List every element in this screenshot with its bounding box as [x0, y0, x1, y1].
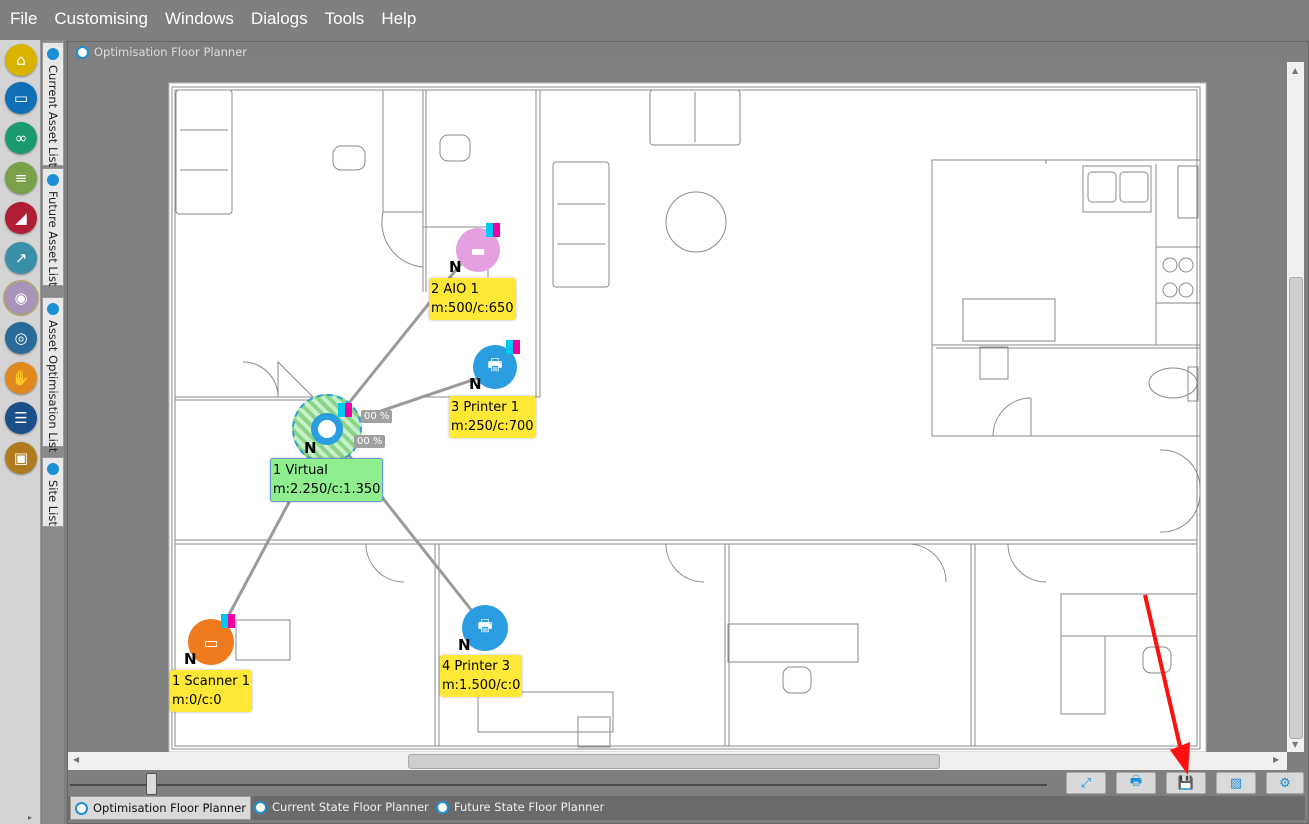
globe-icon	[47, 48, 59, 60]
color-swatch-icon	[221, 614, 235, 628]
expand-icon: ⤢	[1080, 775, 1092, 791]
color-swatch-icon	[338, 403, 352, 417]
device-label-virtual[interactable]: 1 Virtual m:2.250/c:1.350	[270, 458, 384, 502]
image-icon: ▨	[1229, 775, 1243, 791]
floor-plan-drawing	[168, 82, 1207, 752]
planner-icon	[75, 801, 88, 815]
tab-site-list[interactable]: Site List	[42, 457, 64, 527]
target-icon[interactable]: ◎	[5, 322, 37, 354]
menu-customising[interactable]: Customising	[54, 9, 148, 29]
scroll-right-icon[interactable]: ▶	[1273, 755, 1279, 764]
device-label-printer-1[interactable]: 3 Printer 1 m:250/c:700	[449, 396, 536, 438]
tab-asset-optimisation-list[interactable]: Asset Optimisation List	[42, 297, 64, 452]
image-export-button[interactable]: ▨	[1216, 772, 1256, 794]
node-marker: N	[449, 258, 462, 276]
gear-icon: ⚙	[1279, 775, 1291, 791]
side-tab-strip: Current Asset List Future Asset List Ass…	[42, 40, 64, 824]
bottom-tab-bar: Optimisation Floor Planner Current State…	[68, 796, 1305, 820]
node-marker: N	[184, 650, 197, 668]
horizontal-scrollbar[interactable]: ◀ ▶	[68, 752, 1287, 770]
color-swatch-icon	[486, 223, 500, 237]
color-swatch-icon	[506, 340, 520, 354]
planner-icon	[254, 800, 267, 814]
menu-file[interactable]: File	[10, 9, 37, 29]
menu-tools[interactable]: Tools	[325, 9, 365, 29]
horizontal-scroll-thumb[interactable]	[408, 754, 940, 769]
vertical-scrollbar[interactable]: ▲ ▼	[1287, 62, 1304, 752]
briefcase-icon[interactable]: ▣	[5, 442, 37, 474]
node-marker: N	[458, 636, 471, 654]
eye-icon[interactable]: ◉	[3, 280, 39, 316]
node-marker: N	[469, 375, 482, 393]
left-toolbar: ⌂ ▭ ∞ ≡ ◢ ↗ ◉ ◎ ✋ ☰ ▣ ▸	[0, 40, 41, 824]
area-chart-icon[interactable]: ◢	[5, 202, 37, 234]
device-label-printer-3[interactable]: 4 Printer 3 m:1.500/c:0	[440, 655, 523, 697]
zoom-slider-handle[interactable]	[146, 773, 157, 795]
globe-icon	[47, 303, 59, 315]
scroll-up-icon[interactable]: ▲	[1292, 66, 1298, 75]
scroll-down-icon[interactable]: ▼	[1292, 740, 1298, 749]
globe-icon	[47, 174, 59, 186]
node-marker: N	[304, 439, 317, 457]
tab-future-state-floor-planner[interactable]: Future State Floor Planner	[432, 796, 608, 818]
vertical-scroll-thumb[interactable]	[1289, 277, 1303, 739]
expand-button[interactable]: ⤢	[1066, 772, 1106, 794]
percentage-badge: 00 %	[361, 410, 393, 423]
tab-future-asset-list[interactable]: Future Asset List	[42, 168, 64, 286]
menu-bar: File Customising Windows Dialogs Tools H…	[0, 0, 1309, 38]
settings-button[interactable]: ⚙	[1266, 772, 1304, 794]
menu-windows[interactable]: Windows	[165, 9, 234, 29]
tab-current-state-floor-planner[interactable]: Current State Floor Planner	[250, 796, 433, 818]
tab-optimisation-floor-planner[interactable]: Optimisation Floor Planner	[70, 796, 251, 820]
percentage-badge: 00 %	[354, 435, 386, 448]
binoculars-icon[interactable]: ∞	[5, 122, 37, 154]
scroll-icon[interactable]: ≡	[5, 162, 37, 194]
document-list-icon[interactable]: ☰	[5, 402, 37, 434]
device-label-aio[interactable]: 2 AIO 1 m:500/c:650	[429, 278, 516, 320]
red-arrow-annotation	[1143, 594, 1190, 775]
menu-dialogs[interactable]: Dialogs	[251, 9, 308, 29]
panel-title: Optimisation Floor Planner	[76, 45, 247, 59]
home-icon[interactable]: ⌂	[5, 44, 37, 76]
toolbar-scroll-arrow[interactable]: ▸	[28, 813, 32, 822]
planner-icon	[436, 800, 449, 814]
scroll-left-icon[interactable]: ◀	[73, 755, 79, 764]
folder-icon[interactable]: ▭	[5, 82, 37, 114]
floor-plan-canvas[interactable]: 00 % 00 % N 1 Virtual m:2.250/c:1.350 ▬ …	[68, 62, 1287, 752]
tab-current-asset-list[interactable]: Current Asset List	[42, 42, 64, 167]
menu-help[interactable]: Help	[381, 9, 416, 29]
planner-icon	[76, 45, 89, 59]
zoom-slider-track[interactable]	[70, 784, 1047, 786]
handshake-icon[interactable]: ✋	[5, 362, 37, 394]
device-label-scanner-1[interactable]: 1 Scanner 1 m:0/c:0	[170, 670, 252, 712]
globe-icon	[47, 463, 59, 475]
trend-icon[interactable]: ↗	[5, 242, 37, 274]
